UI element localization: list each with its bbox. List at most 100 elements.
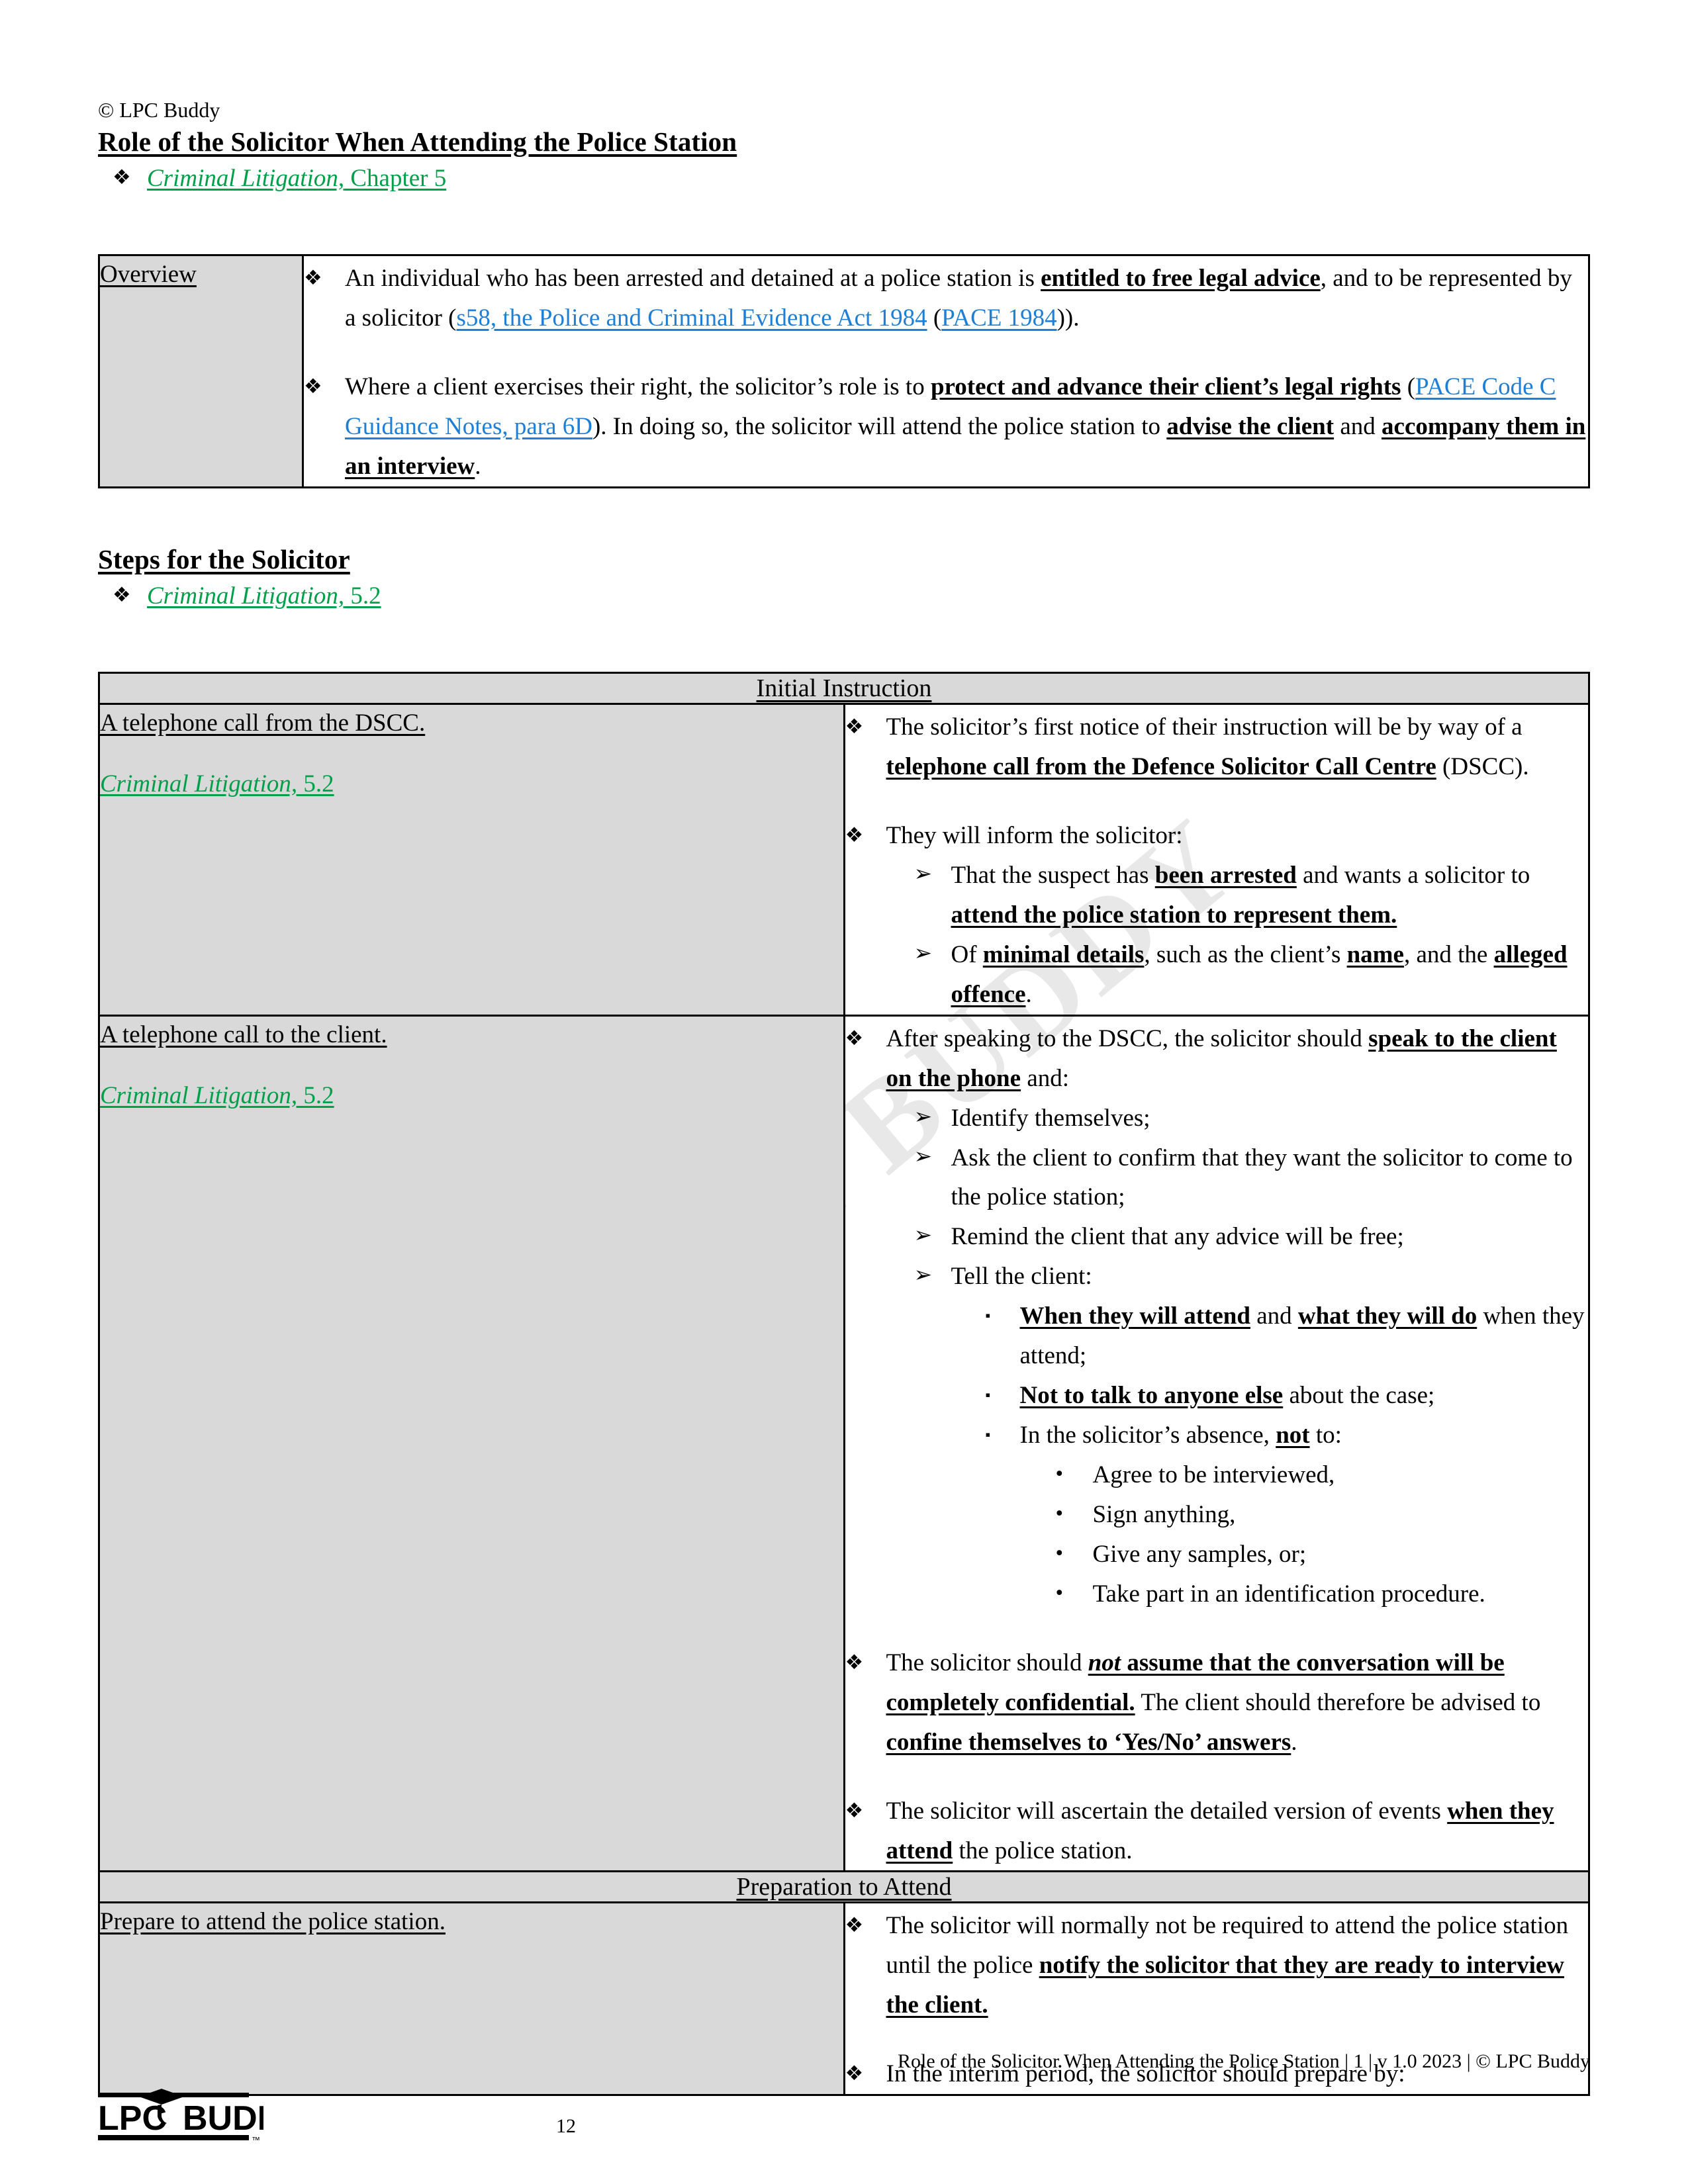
table-row: Overview ❖ An individual who has been arr… <box>98 254 1590 488</box>
body-text: The solicitor will ascertain the detaile… <box>886 1797 1448 1825</box>
bullet-text: Of minimal details, such as the client’s… <box>951 935 1589 1015</box>
section-header-cell: Preparation to Attend <box>98 1870 1590 1904</box>
diamond-bullet-icon: ❖ <box>845 715 864 739</box>
body-text: )). <box>1056 304 1080 332</box>
body-text: . <box>1025 980 1032 1008</box>
bullet-item-level-2: ➢ That the suspect has been arrested and … <box>914 856 1589 935</box>
bullet-text: That the suspect has been arrested and w… <box>951 856 1589 935</box>
table-row: A telephone call from the DSCC. Criminal … <box>98 703 1590 1017</box>
emphasis-bold-underline: been arrested <box>1154 861 1297 889</box>
square-bullet-icon: ▪ <box>985 1307 991 1324</box>
row-citation-plain: 5.2 <box>297 1081 334 1109</box>
diamond-bullet-icon: ❖ <box>845 823 864 847</box>
row-label: A telephone call to the client. <box>100 1021 387 1048</box>
row-label: Prepare to attend the police station. <box>100 1908 445 1936</box>
bullet-item-level-1: ❖ They will inform the solicitor: <box>845 816 1589 856</box>
logo-trademark: ™ <box>252 2135 260 2145</box>
arrow-bullet-icon: ➢ <box>914 1263 933 1288</box>
body-text: After speaking to the DSCC, the solicito… <box>886 1024 1369 1052</box>
dot-bullet-icon: • <box>1055 1580 1064 1605</box>
emphasis-bold-underline: telephone call from the Defence Solicito… <box>886 753 1436 781</box>
dot-bullet-icon: • <box>1055 1501 1064 1525</box>
arrow-bullet-icon: ➢ <box>914 862 933 886</box>
bullet-item-level-4: • Sign anything, <box>1056 1495 1589 1535</box>
overview-body-cell: ❖ An individual who has been arrested and… <box>302 254 1590 488</box>
legal-reference-link[interactable]: PACE 1984 <box>941 304 1056 332</box>
overview-table: Overview ❖ An individual who has been arr… <box>98 254 1590 488</box>
diamond-bullet-icon: ❖ <box>845 1026 864 1050</box>
square-bullet-icon: ▪ <box>985 1426 991 1443</box>
bullet-item-level-4: • Take part in an identification procedur… <box>1056 1574 1589 1614</box>
emphasis-bold-underline: what they will do <box>1297 1302 1477 1330</box>
body-text: That the suspect has <box>951 861 1155 889</box>
row-citation[interactable]: Criminal Litigation, 5.2 <box>100 766 843 803</box>
table-section-header-row: Initial Instruction <box>98 672 1590 705</box>
row-citation-italic: Criminal Litigation, <box>100 1081 298 1109</box>
diamond-bullet-icon: ❖ <box>845 1798 864 1822</box>
row-label-cell: A telephone call to the client. Criminal … <box>98 1014 845 1873</box>
bullet-item-level-1: ❖ The solicitor’s first notice of their i… <box>845 707 1589 787</box>
diamond-bullet-icon: ❖ <box>845 1913 864 1937</box>
steps-citation-text[interactable]: Criminal Litigation, 5.2 <box>147 580 381 612</box>
legal-reference-link[interactable]: s58, the Police and Criminal Evidence Ac… <box>457 304 927 332</box>
body-text: and <box>1334 412 1382 440</box>
body-text: Identify themselves; <box>951 1104 1150 1132</box>
overview-label: Overview <box>100 261 197 289</box>
body-text: and: <box>1021 1064 1070 1092</box>
body-text: The client should therefore be advised t… <box>1135 1688 1541 1716</box>
emphasis-italic-underline: not <box>1088 1649 1121 1676</box>
steps-heading: Steps for the Solicitor <box>98 543 350 574</box>
diamond-bullet-icon: ❖ <box>304 375 322 398</box>
row-body-cell: ❖ The solicitor’s first notice of their i… <box>843 703 1590 1017</box>
body-text: and <box>1250 1302 1298 1330</box>
logo-svg: LPC BUDDY ™ <box>98 2089 305 2145</box>
bullet-text: Tell the client: <box>951 1257 1589 1297</box>
bullet-item-level-3: ▪ When they will attend and what they wil… <box>986 1297 1589 1376</box>
bullet-item-level-1: ❖ After speaking to the DSCC, the solicit… <box>845 1019 1589 1099</box>
copyright-line: © LPC Buddy <box>98 98 220 122</box>
document-page: LPC BUDDY © LPC Buddy Role of the Solici… <box>0 0 1688 2184</box>
bullet-item-level-1: ❖ The solicitor should not assume that th… <box>845 1643 1589 1762</box>
bullet-text: The solicitor will ascertain the detaile… <box>886 1792 1589 1871</box>
emphasis-bold-underline: attend the police station to represent t… <box>951 901 1397 929</box>
bullet-text: Sign anything, <box>1093 1495 1589 1535</box>
bullet-text: Ask the client to confirm that they want… <box>951 1138 1589 1218</box>
dot-bullet-icon: • <box>1055 1541 1064 1565</box>
body-text: Ask the client to confirm that they want… <box>951 1144 1573 1211</box>
body-text: Of <box>951 940 983 968</box>
row-label: A telephone call from the DSCC. <box>100 709 426 737</box>
emphasis-bold-underline: protect and advance their client’s legal… <box>930 373 1401 401</box>
body-text: . <box>1291 1728 1297 1756</box>
body-text: The solicitor’s first notice of their in… <box>886 713 1523 741</box>
emphasis-bold-underline: not <box>1276 1422 1310 1449</box>
page-title: Role of the Solicitor When Attending the… <box>98 126 737 157</box>
bullet-text: An individual who has been arrested and … <box>345 259 1588 338</box>
row-citation[interactable]: Criminal Litigation, 5.2 <box>100 1077 843 1115</box>
bullet-item-level-2: ➢ Remind the client that any advice will … <box>914 1217 1589 1257</box>
bullet-item-level-4: • Agree to be interviewed, <box>1056 1455 1589 1495</box>
emphasis-bold-underline: Not to talk to anyone else <box>1019 1382 1284 1410</box>
arrow-bullet-icon: ➢ <box>914 941 933 966</box>
header-citation: ❖ Criminal Litigation, Chapter 5 <box>113 163 1590 195</box>
body-text: . <box>475 452 481 480</box>
table-section-header-row: Preparation to Attend <box>98 1870 1590 1904</box>
steps-citation: ❖ Criminal Litigation, 5.2 <box>113 580 1590 612</box>
arrow-bullet-icon: ➢ <box>914 1144 933 1169</box>
emphasis-bold-underline: advise the client <box>1166 412 1335 440</box>
overview-label-cell: Overview <box>98 254 304 488</box>
arrow-bullet-icon: ➢ <box>914 1105 933 1129</box>
lpc-buddy-logo: LPC BUDDY ™ <box>98 2085 305 2149</box>
diamond-bullet-icon: ❖ <box>113 583 131 607</box>
header-citation-text[interactable]: Criminal Litigation, Chapter 5 <box>147 163 446 195</box>
section-header-title: Initial Instruction <box>756 674 932 703</box>
diamond-bullet-icon: ❖ <box>845 1650 864 1674</box>
body-text: and wants a solicitor to <box>1296 861 1530 889</box>
bullet-text: The solicitor’s first notice of their in… <box>886 707 1589 787</box>
bullet-text: Remind the client that any advice will b… <box>951 1217 1589 1257</box>
section-header-cell: Initial Instruction <box>98 672 1590 705</box>
body-text: In the solicitor’s absence, <box>1019 1422 1276 1449</box>
emphasis-bold-underline: entitled to free legal advice <box>1041 265 1321 293</box>
body-text: ). In doing so, the solicitor will atten… <box>592 412 1167 440</box>
